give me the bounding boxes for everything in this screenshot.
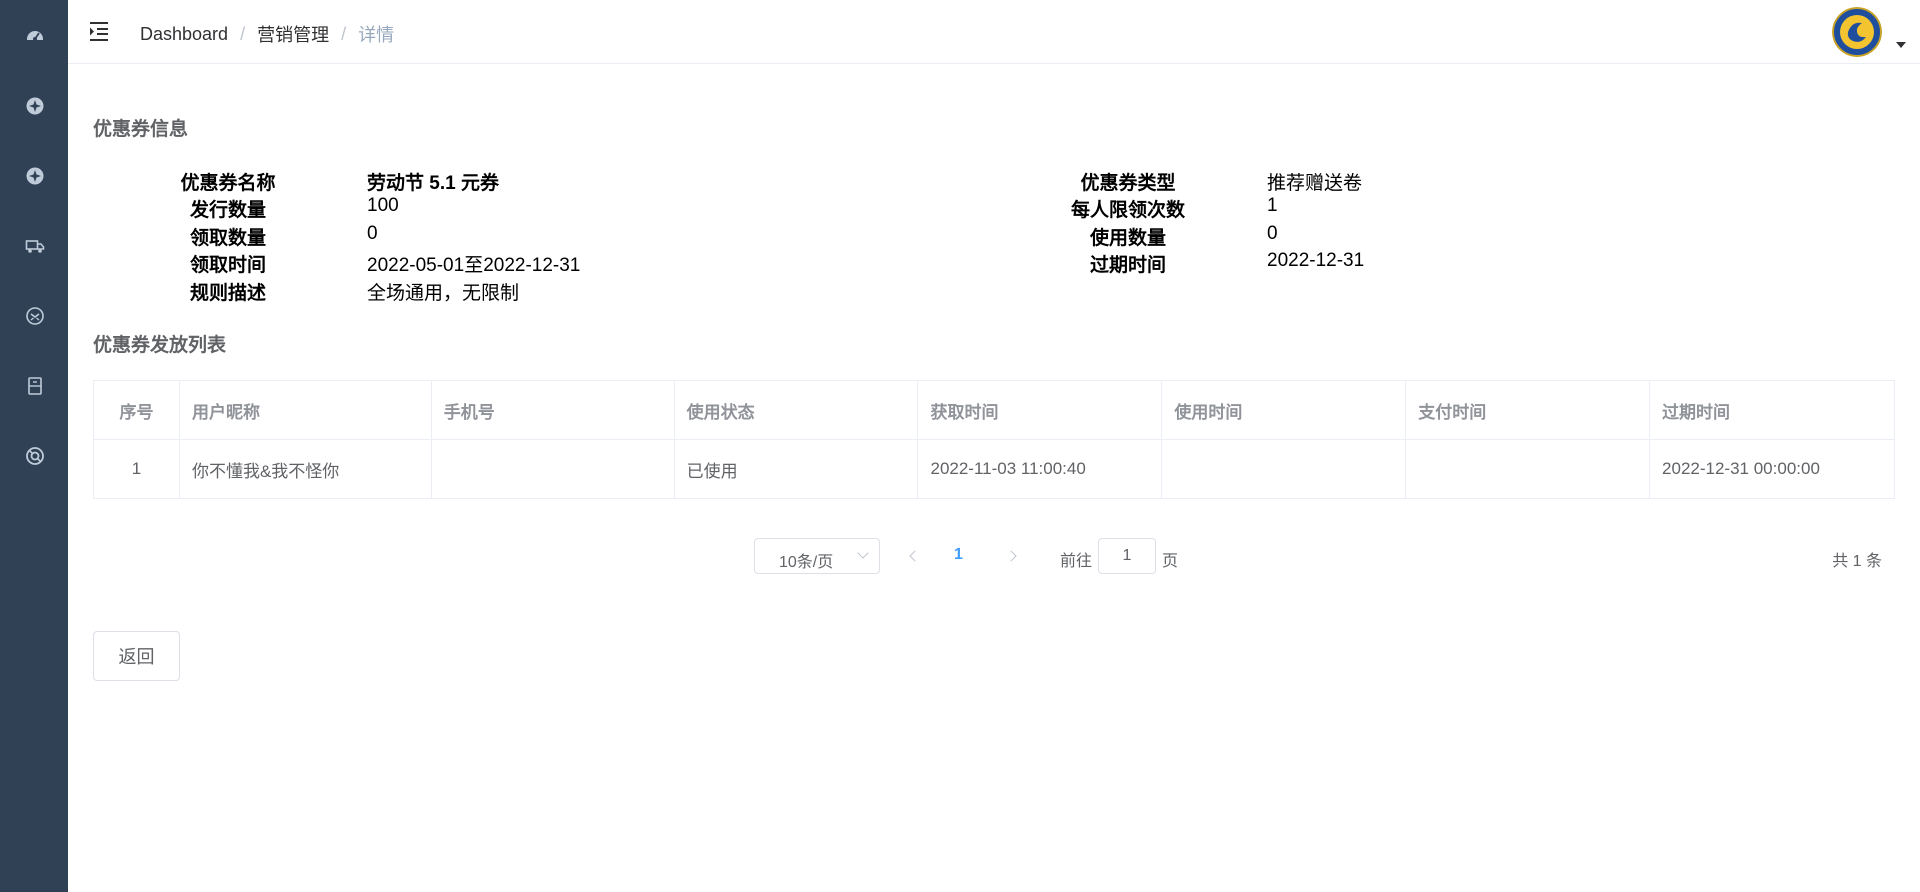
coupon-type-label: 优惠券类型 bbox=[1080, 173, 1176, 194]
expire-time-value: 2022-12-31 bbox=[1267, 250, 1365, 271]
expire-time-label: 过期时间 bbox=[1089, 255, 1166, 276]
caret-down-icon[interactable] bbox=[1896, 42, 1906, 48]
issue-count-label: 发行数量 bbox=[189, 200, 266, 221]
col-header-status: 使用状态 bbox=[674, 380, 919, 440]
col-header-get-time: 获取时间 bbox=[917, 380, 1163, 440]
cell-use-time bbox=[1161, 439, 1407, 499]
info-section-title: 优惠券信息 bbox=[93, 119, 189, 140]
delivery-icon[interactable] bbox=[22, 233, 48, 259]
breadcrumb-dashboard[interactable]: Dashboard bbox=[140, 24, 228, 45]
breadcrumb: Dashboard / 营销管理 / 详情 bbox=[140, 21, 394, 47]
cell-expire-time: 2022-12-31 00:00:00 bbox=[1649, 439, 1895, 499]
total-count: 共 1 条 bbox=[1832, 553, 1882, 570]
sidebar bbox=[0, 0, 68, 892]
claim-time-value: 2022-05-01至2022-12-31 bbox=[367, 255, 581, 276]
breadcrumb-separator: / bbox=[240, 23, 246, 44]
coupon-name-value: 劳动节 5.1 元券 bbox=[367, 173, 499, 194]
breadcrumb-separator: / bbox=[341, 23, 347, 44]
next-page-button[interactable] bbox=[996, 538, 1026, 574]
col-header-pay-time: 支付时间 bbox=[1405, 380, 1651, 440]
cell-pay-time bbox=[1405, 439, 1651, 499]
dashboard-icon[interactable] bbox=[22, 22, 48, 48]
chevron-left-icon bbox=[909, 550, 921, 562]
support-icon[interactable] bbox=[22, 443, 48, 469]
hamburger-icon[interactable] bbox=[88, 20, 110, 42]
claimed-count-value: 0 bbox=[367, 223, 378, 244]
col-header-nickname: 用户昵称 bbox=[179, 380, 432, 440]
rule-description-label: 规则描述 bbox=[189, 283, 266, 304]
goto-label: 前往 bbox=[1060, 553, 1093, 570]
top-navbar: Dashboard / 营销管理 / 详情 bbox=[68, 0, 1920, 64]
cell-status: 已使用 bbox=[674, 439, 919, 499]
page-size-select[interactable]: 10条/页 bbox=[754, 538, 880, 574]
claimed-count-label: 领取数量 bbox=[189, 228, 266, 249]
goto-suffix: 页 bbox=[1162, 553, 1179, 570]
col-header-phone: 手机号 bbox=[431, 380, 675, 440]
prev-page-button[interactable] bbox=[900, 538, 930, 574]
col-header-expire-time: 过期时间 bbox=[1649, 380, 1895, 440]
pagination: 10条/页 1 前往 页 共 1 条 bbox=[0, 538, 1920, 574]
table-header-row: 序号 用户昵称 手机号 使用状态 获取时间 使用时间 支付时间 过期时间 bbox=[93, 380, 1895, 440]
coupon-name-label: 优惠券名称 bbox=[180, 173, 276, 194]
cell-nickname: 你不懂我&我不怪你 bbox=[179, 439, 432, 499]
book-icon[interactable] bbox=[22, 373, 48, 399]
used-count-value: 0 bbox=[1267, 223, 1278, 244]
marketing-icon-2[interactable] bbox=[22, 163, 48, 189]
chevron-down-icon bbox=[857, 547, 869, 559]
col-header-use-time: 使用时间 bbox=[1161, 380, 1407, 440]
table-row: 1 你不懂我&我不怪你 已使用 2022-11-03 11:00:40 2022… bbox=[93, 439, 1895, 499]
coupon-type-value: 推荐赠送卷 bbox=[1267, 173, 1363, 194]
claim-time-label: 领取时间 bbox=[189, 255, 266, 276]
page-number[interactable]: 1 bbox=[954, 546, 963, 564]
coupon-distribution-table: 序号 用户昵称 手机号 使用状态 获取时间 使用时间 支付时间 过期时间 1 你… bbox=[93, 380, 1895, 499]
cell-index: 1 bbox=[93, 439, 180, 499]
per-user-limit-label: 每人限领次数 bbox=[1070, 200, 1185, 221]
rule-description-value: 全场通用，无限制 bbox=[367, 283, 520, 304]
page-size-value: 10条/页 bbox=[779, 554, 834, 571]
marketing-icon[interactable] bbox=[22, 93, 48, 119]
cell-phone bbox=[431, 439, 675, 499]
issue-count-value: 100 bbox=[367, 195, 399, 216]
col-header-index: 序号 bbox=[93, 380, 180, 440]
goto-page-input[interactable] bbox=[1098, 538, 1156, 574]
breadcrumb-detail: 详情 bbox=[358, 25, 395, 45]
service-icon[interactable] bbox=[22, 303, 48, 329]
breadcrumb-marketing[interactable]: 营销管理 bbox=[257, 21, 329, 47]
used-count-label: 使用数量 bbox=[1089, 228, 1166, 249]
chevron-right-icon bbox=[1005, 550, 1017, 562]
back-button[interactable]: 返回 bbox=[93, 631, 180, 681]
per-user-limit-value: 1 bbox=[1267, 195, 1278, 216]
avatar[interactable] bbox=[1832, 7, 1882, 57]
cell-get-time: 2022-11-03 11:00:40 bbox=[917, 439, 1163, 499]
list-section-title: 优惠券发放列表 bbox=[93, 335, 227, 356]
